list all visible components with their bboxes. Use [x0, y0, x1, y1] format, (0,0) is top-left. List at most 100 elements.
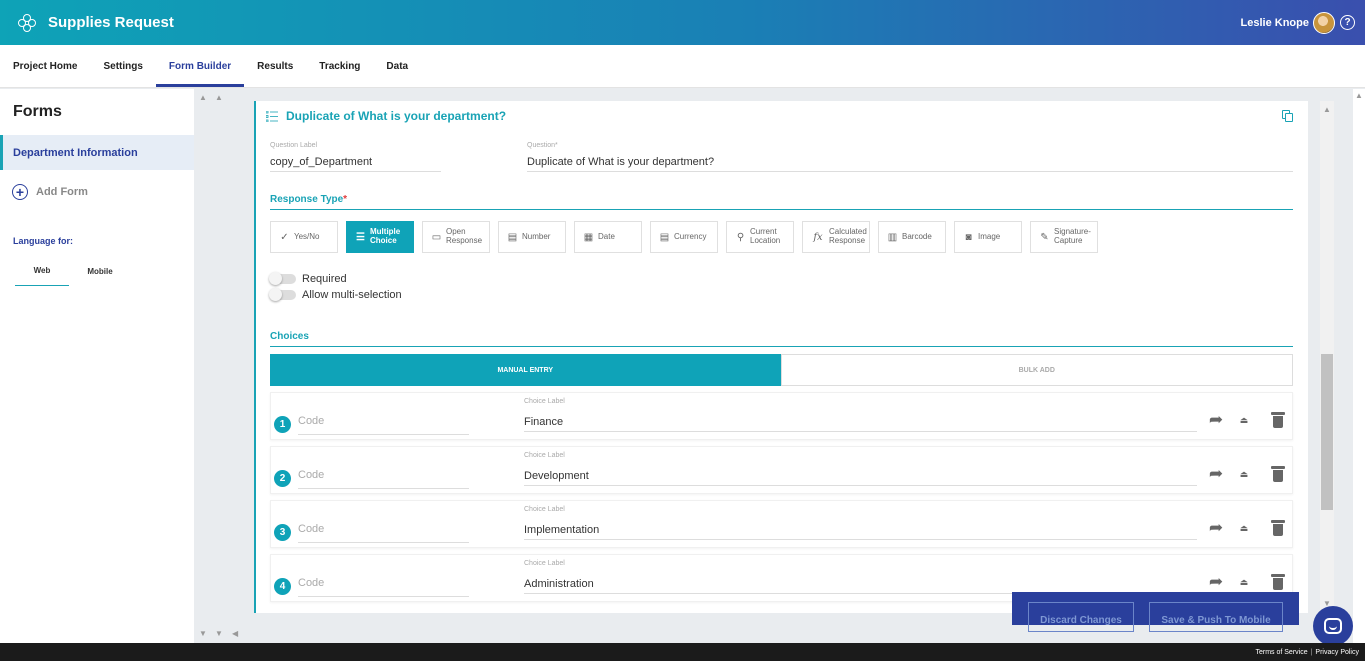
response-type-options: ✓ Yes/No ☰ Multiple Choice ▭ Open Response… [270, 221, 1106, 253]
response-type-image[interactable]: ◙ Image [954, 221, 1022, 253]
required-option: Required [269, 272, 347, 285]
editor-scrollbar[interactable]: ▲ ▼ [1320, 101, 1334, 613]
response-type-number[interactable]: ▤ Number [498, 221, 566, 253]
choice-label-caption: Choice Label [524, 560, 565, 567]
choice-label-input[interactable]: Administration [524, 574, 1197, 594]
sidebar-scrollbar[interactable]: ▲ ▲ ▼ ▼ [194, 89, 234, 643]
share-arrow-icon[interactable]: ➦ [1206, 464, 1226, 484]
choice-entry-tabs: MANUAL ENTRY BULK ADD [270, 354, 1293, 386]
response-type-label: Location [750, 236, 781, 245]
choice-label-input[interactable]: Implementation [524, 520, 1197, 540]
choice-row: 2 Code Choice Label Development ➦ ⏏ [270, 446, 1293, 494]
scroll-up-arrow-icon[interactable]: ▲ [199, 93, 207, 102]
privacy-link[interactable]: Privacy Policy [1315, 649, 1359, 656]
scroll-down-arrow-icon[interactable]: ▼ [215, 629, 223, 638]
choice-code-input[interactable]: Code [298, 577, 469, 597]
choice-row: 3 Code Choice Label Implementation ➦ ⏏ [270, 500, 1293, 548]
response-type-heading: Response Type* [270, 194, 1293, 210]
tab-form-builder[interactable]: Form Builder [155, 45, 245, 87]
save-push-mobile-button[interactable]: Save & Push To Mobile [1149, 602, 1283, 632]
question-label-caption: Question Label [270, 142, 318, 149]
terms-link[interactable]: Terms of Service [1255, 649, 1307, 656]
language-tab-web[interactable]: Web [15, 256, 69, 286]
discard-changes-button[interactable]: Discard Changes [1028, 602, 1134, 632]
multi-selection-label: Allow multi-selection [302, 289, 402, 301]
response-type-open-response[interactable]: ▭ Open Response [422, 221, 490, 253]
response-type-yes-no[interactable]: ✓ Yes/No [270, 221, 338, 253]
user-menu[interactable]: Leslie Knope ? [1241, 11, 1365, 34]
move-up-icon[interactable]: ⏏ [1234, 572, 1254, 592]
share-arrow-icon[interactable]: ➦ [1206, 410, 1226, 430]
response-type-multiple-choice[interactable]: ☰ Multiple Choice [346, 221, 414, 253]
chat-bubble-icon [1324, 618, 1342, 634]
tab-data[interactable]: Data [373, 45, 421, 87]
response-type-signature-capture[interactable]: ✎ Signature- Capture [1030, 221, 1098, 253]
avatar[interactable] [1313, 11, 1335, 34]
tab-bulk-add[interactable]: BULK ADD [780, 354, 1293, 386]
response-type-label: Open [446, 227, 466, 237]
move-up-icon[interactable]: ⏏ [1234, 518, 1254, 538]
scroll-up-arrow-icon[interactable]: ▲ [215, 93, 223, 102]
tab-project-home[interactable]: Project Home [0, 45, 90, 87]
choice-number: 1 [274, 416, 291, 433]
response-type-label: Image [978, 231, 1001, 241]
chat-launcher-button[interactable] [1313, 606, 1353, 646]
share-arrow-icon[interactable]: ➦ [1206, 572, 1226, 592]
add-form-button[interactable]: + Add Form [0, 170, 194, 214]
choice-code-input[interactable]: Code [298, 523, 469, 543]
choice-label-input[interactable]: Finance [524, 412, 1197, 432]
trash-icon[interactable] [1268, 518, 1288, 538]
pen-icon: ✎ [1040, 231, 1049, 243]
response-type-current-location[interactable]: ⚲ Current Location [726, 221, 794, 253]
choice-code-input[interactable]: Code [298, 415, 469, 435]
choice-number: 2 [274, 470, 291, 487]
multi-selection-toggle[interactable] [269, 288, 296, 301]
sidebar-item-department-information[interactable]: Department Information [0, 135, 194, 170]
move-up-icon[interactable]: ⏏ [1234, 464, 1254, 484]
tab-manual-entry[interactable]: MANUAL ENTRY [270, 354, 781, 386]
scroll-left-arrow-icon[interactable]: ◀ [232, 629, 238, 638]
choice-code-input[interactable]: Code [298, 469, 469, 489]
tab-results[interactable]: Results [244, 45, 306, 87]
list-icon [266, 110, 278, 122]
share-arrow-icon[interactable]: ➦ [1206, 518, 1226, 538]
trash-icon[interactable] [1268, 464, 1288, 484]
scrollbar-thumb[interactable] [1321, 354, 1333, 510]
list-icon: ☰ [356, 231, 365, 243]
question-text-field[interactable]: Question* Duplicate of What is your depa… [527, 142, 1293, 172]
scroll-up-arrow-icon[interactable]: ▲ [1355, 91, 1363, 100]
response-type-currency[interactable]: ▤ Currency [650, 221, 718, 253]
scroll-up-arrow-icon[interactable]: ▲ [1323, 105, 1331, 114]
question-label-input[interactable]: copy_of_Department [270, 151, 441, 172]
app-logo-icon[interactable] [18, 13, 36, 32]
help-icon[interactable]: ? [1340, 15, 1355, 30]
question-label-field[interactable]: Question Label copy_of_Department [270, 142, 441, 172]
move-up-icon[interactable]: ⏏ [1234, 410, 1254, 430]
response-type-date[interactable]: ▦ Date [574, 221, 642, 253]
response-type-label: Response [446, 236, 483, 245]
response-type-label: Date [598, 231, 615, 241]
required-toggle[interactable] [269, 272, 296, 285]
trash-icon[interactable] [1268, 410, 1288, 430]
language-tabs: Web Mobile [0, 256, 194, 286]
question-text-input[interactable]: Duplicate of What is your department? [527, 151, 1293, 172]
duplicate-icon[interactable] [1282, 110, 1293, 122]
response-type-calculated-response[interactable]: fx Calculated Response [802, 221, 870, 253]
response-type-label: Choice [370, 236, 397, 245]
response-type-label: Calculated [829, 227, 867, 237]
response-type-label: Multiple [370, 227, 401, 237]
language-tab-mobile[interactable]: Mobile [73, 256, 127, 286]
app-title: Supplies Request [48, 14, 174, 31]
trash-icon[interactable] [1268, 572, 1288, 592]
tab-settings[interactable]: Settings [90, 45, 155, 87]
save-action-bar: Discard Changes Save & Push To Mobile [1012, 592, 1299, 632]
response-type-barcode[interactable]: ▥ Barcode [878, 221, 946, 253]
choice-number: 4 [274, 578, 291, 595]
page-scrollbar[interactable]: ▲ [1353, 89, 1365, 643]
choice-label-input[interactable]: Development [524, 466, 1197, 486]
scroll-down-arrow-icon[interactable]: ▼ [199, 629, 207, 638]
barcode-icon: ▥ [887, 231, 898, 243]
tab-tracking[interactable]: Tracking [306, 45, 373, 87]
response-type-label: Yes/No [294, 231, 320, 241]
number-icon: ▤ [507, 231, 518, 243]
